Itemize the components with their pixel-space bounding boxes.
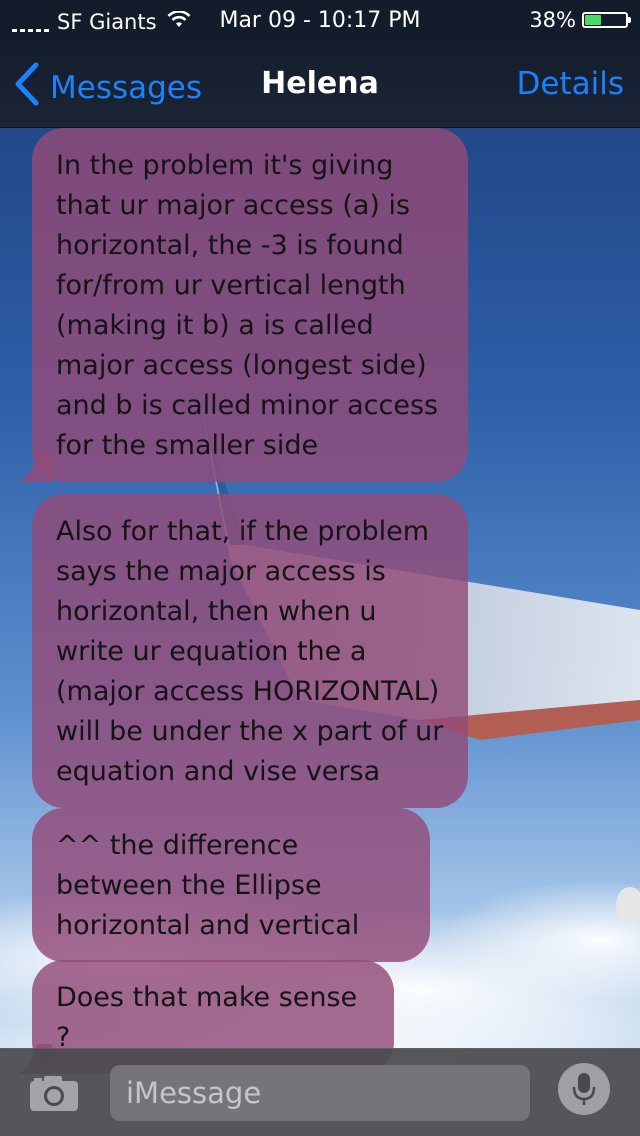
- details-button[interactable]: Details: [517, 66, 624, 102]
- message-bubble[interactable]: In the problem it's giving that ur major…: [18, 128, 468, 482]
- message-text: ^^ the difference between the Ellipse ho…: [56, 830, 360, 941]
- battery-percent: 38%: [529, 8, 576, 32]
- microphone-button[interactable]: [558, 1063, 610, 1115]
- battery-icon: [582, 12, 631, 28]
- camera-button[interactable]: [28, 1073, 80, 1117]
- battery-level-fill: [585, 15, 601, 25]
- message-input-bar: [0, 1048, 640, 1136]
- microphone-icon: [572, 1073, 596, 1105]
- navigation-bar: Messages Helena Details: [0, 40, 640, 128]
- message-text: Does that make sense ?: [56, 982, 358, 1053]
- message-thread[interactable]: In the problem it's giving that ur major…: [0, 128, 640, 1074]
- message-text: Also for that, if the problem says the m…: [56, 516, 444, 787]
- camera-icon: [28, 1076, 80, 1117]
- status-bar: SF Giants Mar 09 - 10:17 PM 38%: [0, 0, 640, 40]
- message-bubble[interactable]: ^^ the difference between the Ellipse ho…: [32, 808, 430, 962]
- status-right: 38%: [529, 8, 631, 32]
- imessage-text-field[interactable]: [110, 1065, 530, 1121]
- message-bubble[interactable]: Also for that, if the problem says the m…: [32, 494, 468, 808]
- bubble-tail: [18, 452, 52, 482]
- message-text: In the problem it's giving that ur major…: [56, 150, 439, 461]
